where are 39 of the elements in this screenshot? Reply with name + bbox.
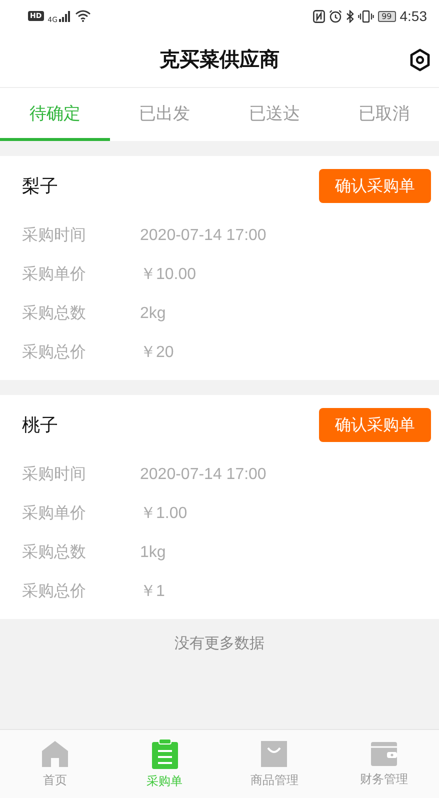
wallet-icon [370, 740, 398, 766]
signal-icon [58, 10, 71, 22]
battery-indicator: 99 [378, 10, 396, 22]
clock-time: 4:53 [400, 8, 427, 24]
page-title: 克买菜供应商 [160, 46, 280, 73]
field-label: 采购总价 [22, 342, 87, 363]
field-value: 2020-07-14 17:00 [140, 226, 266, 244]
field-value: 2020-07-14 17:00 [140, 466, 266, 484]
confirm-order-button[interactable]: 确认采购单 [319, 408, 431, 442]
nav-tab[interactable]: 商品管理 [220, 730, 330, 798]
end-of-list-note: 没有更多数据 [174, 634, 266, 653]
field-label: 采购时间 [22, 225, 87, 246]
field-value: 2kg [140, 304, 166, 322]
field-value: ￥10.00 [140, 265, 196, 285]
product-name: 桃子 [22, 414, 58, 437]
vibrate-icon [358, 10, 374, 22]
field-value: ￥1.00 [140, 504, 188, 524]
field-label: 采购总数 [22, 542, 87, 563]
nav-tab[interactable]: 财务管理 [329, 730, 439, 798]
clipboard-icon [150, 738, 179, 768]
field-label: 采购时间 [22, 464, 87, 485]
nav-tab[interactable]: 采购单 [110, 730, 220, 798]
confirm-order-button[interactable]: 确认采购单 [319, 169, 431, 203]
wifi-icon [74, 10, 91, 22]
field-value: 1kg [140, 544, 166, 562]
field-label: 采购单价 [22, 503, 87, 524]
field-label: 采购总数 [22, 303, 87, 324]
product-name: 梨子 [22, 175, 58, 198]
nfc-icon [312, 10, 325, 22]
nav-tab[interactable]: 首页 [0, 730, 110, 798]
home-icon [40, 740, 69, 768]
field-value: ￥1 [140, 582, 165, 602]
shopping-bag-icon [260, 740, 288, 768]
field-value: ￥20 [140, 343, 174, 363]
settings-icon[interactable] [409, 48, 431, 72]
alarm-icon [328, 10, 342, 22]
field-label: 采购单价 [22, 264, 87, 285]
field-label: 采购总价 [22, 581, 87, 602]
bluetooth-icon [346, 10, 354, 22]
